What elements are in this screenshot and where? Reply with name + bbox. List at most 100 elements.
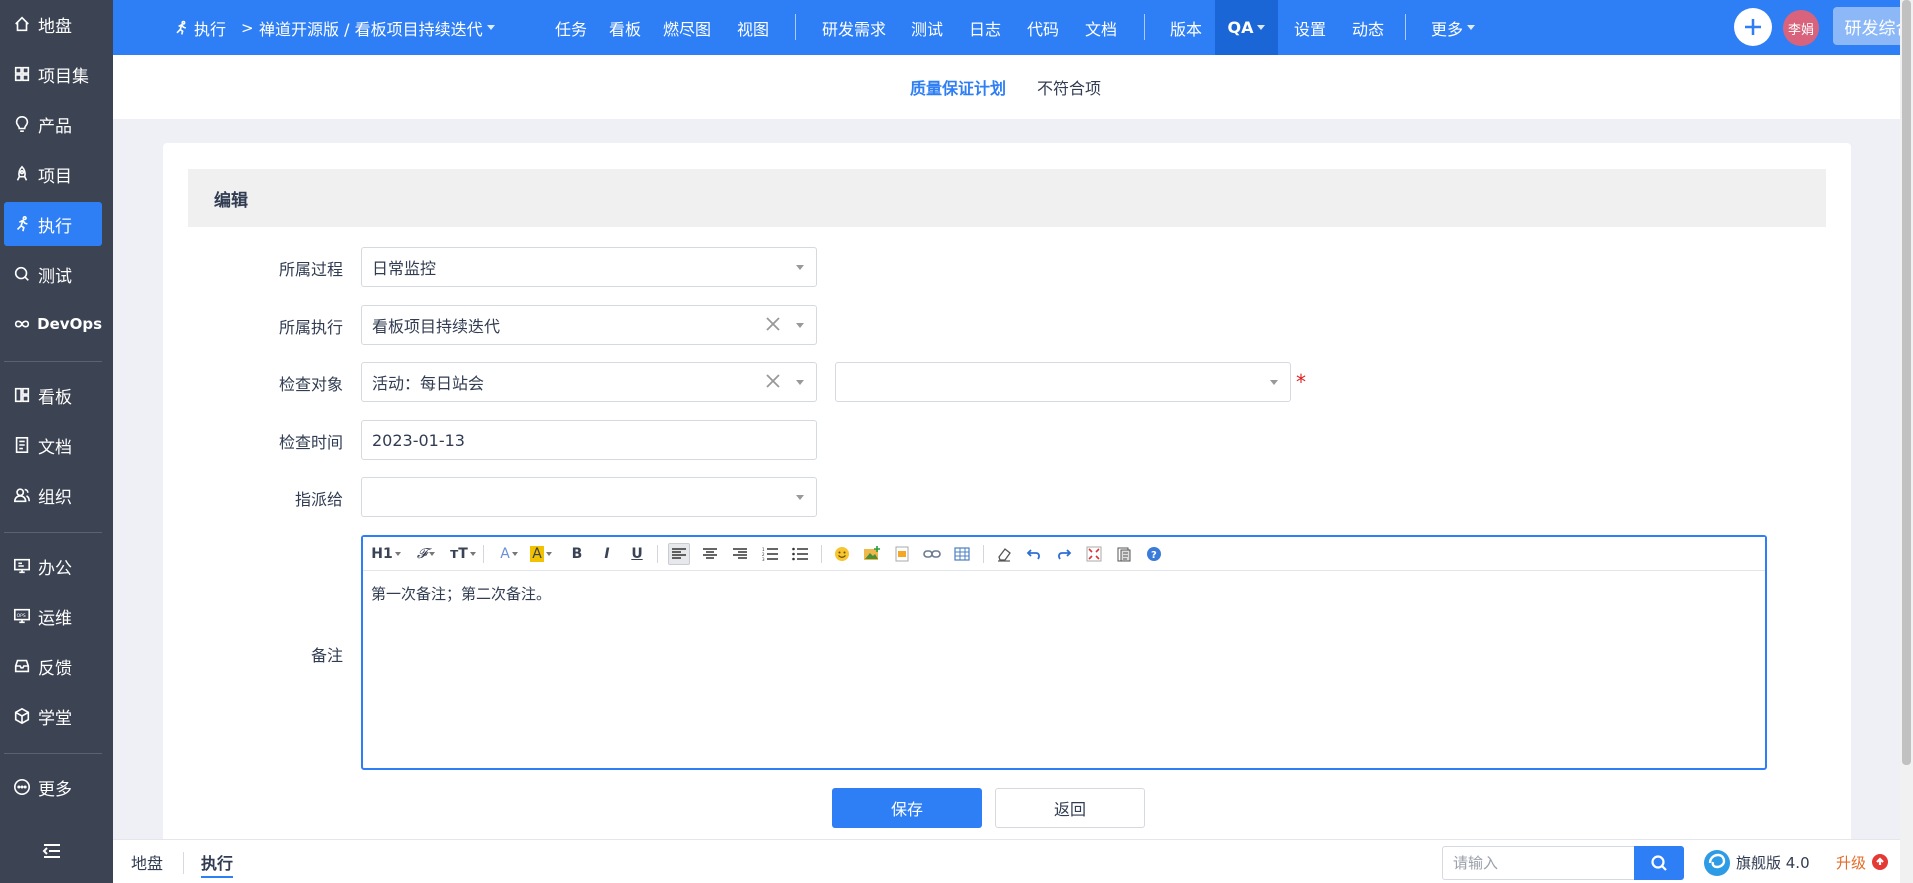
sidebar-item-test[interactable]: 测试 [4,252,102,296]
scrollbar-thumb[interactable] [1902,0,1911,765]
fullscreen-icon[interactable] [1083,543,1105,565]
nav-burndown[interactable]: 燃尽图 [657,0,717,55]
ordered-list-icon[interactable]: 123 [759,543,781,565]
undo-icon[interactable] [1023,543,1045,565]
tab-nonconformity[interactable]: 不符合项 [1037,55,1101,119]
color-label: A [500,546,510,562]
sidebar-item-project[interactable]: 项目 [4,152,102,196]
italic-button[interactable]: I [599,543,615,565]
grid-icon [12,64,32,84]
sidebar-item-product[interactable]: 产品 [4,102,102,146]
chevron-down-icon [796,265,804,270]
process-select[interactable]: 日常监控 [361,247,817,287]
sidebar-item-label: DevOps [37,315,102,333]
search-input[interactable] [1442,846,1635,880]
svg-text:OPS: OPS [17,613,26,619]
nav-log[interactable]: 日志 [963,0,1007,55]
project-switcher[interactable]: 禅道开源版 / 看板项目持续迭代 [259,0,495,55]
execution-select[interactable]: 看板项目持续迭代 [361,305,817,345]
clear-icon[interactable] [764,315,782,333]
nav-requirement[interactable]: 研发需求 [816,0,892,55]
sidebar-item-label: 项目 [38,166,72,187]
sidebar-item-label: 组织 [38,487,72,508]
clear-icon[interactable] [764,372,782,390]
sidebar-item-label: 看板 [38,387,72,408]
date-value: 2023-01-13 [372,430,465,450]
font-color-button[interactable]: A [497,543,521,565]
nav-test[interactable]: 测试 [905,0,949,55]
sidebar-item-dashboard[interactable]: 地盘 [4,2,102,46]
sidebar-item-feedback[interactable]: 反馈 [4,644,102,688]
sidebar-item-org[interactable]: 组织 [4,473,102,517]
sidebar-item-program[interactable]: 项目集 [4,52,102,96]
unordered-list-icon[interactable] [789,543,811,565]
sidebar: 地盘 项目集 产品 项目 执行 测试 DevOps 看板 文档 组织 办公 OP… [0,0,113,883]
emoji-icon[interactable] [831,543,853,565]
underline-button[interactable]: U [629,543,645,565]
process-label: 所属过程 [278,260,343,279]
chevron-down-icon [796,323,804,328]
nav-view[interactable]: 视图 [731,0,775,55]
collapse-sidebar-icon[interactable] [40,839,64,863]
paste-icon[interactable] [1113,543,1135,565]
avatar[interactable]: 李娟 [1783,10,1819,46]
heading-button[interactable]: H1 [371,543,401,565]
code-block-icon[interactable] [891,543,913,565]
back-button[interactable]: 返回 [995,788,1145,828]
sidebar-item-academy[interactable]: 学堂 [4,694,102,738]
sidebar-item-kanban[interactable]: 看板 [4,373,102,417]
nav-code[interactable]: 代码 [1021,0,1065,55]
nav-settings[interactable]: 设置 [1288,0,1332,55]
note-content[interactable]: 第一次备注；第二次备注。 [371,583,551,604]
table-icon[interactable] [951,543,973,565]
bottom-crumb-dashboard[interactable]: 地盘 [131,840,163,883]
assign-select[interactable] [361,477,817,517]
sidebar-item-doc[interactable]: 文档 [4,423,102,467]
font-size-button[interactable]: тT [449,543,477,565]
sidebar-item-more[interactable]: 更多 [4,765,102,809]
nav-qa-label: QA [1227,18,1254,37]
sidebar-item-office[interactable]: 办公 [4,544,102,588]
object-select[interactable]: 活动：每日站会 [361,362,817,402]
bottom-crumb-execution[interactable]: 执行 [201,840,234,883]
font-family-button[interactable]: 𝓕 [413,543,439,565]
help-icon[interactable]: ? [1143,543,1165,565]
run-icon [176,20,187,35]
save-button[interactable]: 保存 [832,788,982,828]
run-icon [12,214,32,234]
process-value: 日常监控 [372,259,437,278]
date-input[interactable]: 2023-01-13 [361,420,817,460]
upgrade-link[interactable]: 升级 [1836,840,1889,883]
nav-build[interactable]: 版本 [1164,0,1208,55]
eraser-icon[interactable] [993,543,1015,565]
date-label: 检查时间 [278,433,343,452]
nav-qa[interactable]: QA [1215,0,1278,55]
align-left-icon[interactable] [668,543,690,565]
note-editor[interactable]: H1 𝓕 тT A A B I U 123 ? 第一次备注；第二次备注。 [361,535,1767,770]
object-sub-select[interactable] [835,362,1291,402]
align-center-icon[interactable] [699,543,721,565]
bold-button[interactable]: B [569,543,585,565]
sidebar-item-ops[interactable]: OPS 运维 [4,594,102,638]
rocket-icon [12,164,32,184]
image-icon[interactable] [861,543,883,565]
sidebar-item-execution[interactable]: 执行 [4,202,102,246]
nav-separator [1405,14,1406,40]
tab-qa-plan[interactable]: 质量保证计划 [910,55,1006,119]
redo-icon[interactable] [1053,543,1075,565]
module-switcher[interactable]: 执行 [173,0,226,55]
feedback-icon [12,656,32,676]
chevron-down-icon [1467,25,1476,30]
create-button[interactable] [1734,8,1772,46]
sidebar-item-devops[interactable]: DevOps [4,302,102,346]
search-button[interactable] [1634,846,1684,880]
nav-kanban[interactable]: 看板 [603,0,647,55]
nav-more[interactable]: 更多 [1425,0,1481,55]
nav-doc[interactable]: 文档 [1079,0,1123,55]
background-color-button[interactable]: A [527,543,555,565]
nav-task[interactable]: 任务 [549,0,593,55]
nav-dynamic[interactable]: 动态 [1346,0,1390,55]
toolbar-separator [657,545,658,563]
link-icon[interactable] [921,543,943,565]
align-right-icon[interactable] [729,543,751,565]
